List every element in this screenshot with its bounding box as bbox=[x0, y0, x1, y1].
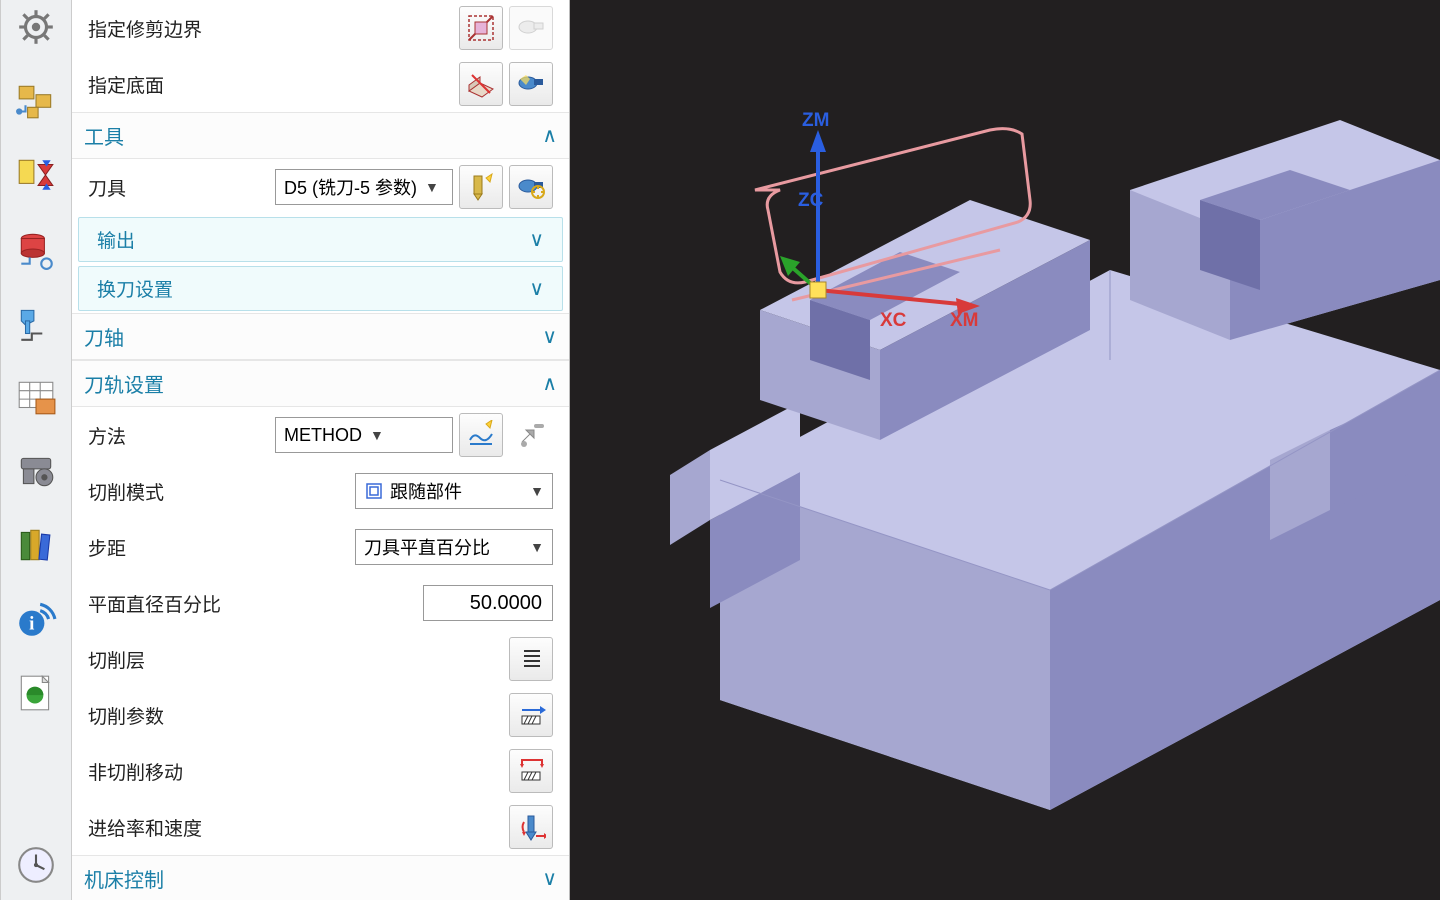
cut-pattern-value: 跟随部件 bbox=[390, 478, 462, 504]
axis-section-header[interactable]: 刀轴 ∨ bbox=[72, 313, 569, 360]
path-section-label: 刀轨设置 bbox=[84, 369, 164, 398]
spreadsheet-icon[interactable] bbox=[10, 374, 62, 420]
machine-tool-icon[interactable] bbox=[10, 448, 62, 494]
display-trim-boundary-button bbox=[509, 6, 553, 50]
cut-pattern-label: 切削模式 bbox=[88, 478, 164, 505]
cut-pattern-select[interactable]: 跟随部件 ▼ bbox=[355, 473, 553, 509]
tool-section-header[interactable]: 工具 ∧ bbox=[72, 112, 569, 159]
new-method-button[interactable] bbox=[459, 413, 503, 457]
feeds-button[interactable] bbox=[509, 805, 553, 849]
tool-change-subsection[interactable]: 换刀设置 ∨ bbox=[78, 266, 563, 311]
percent-input[interactable] bbox=[423, 585, 553, 621]
display-floor-button[interactable] bbox=[509, 62, 553, 106]
select-floor-button[interactable] bbox=[459, 62, 503, 106]
machine-control-label: 机床控制 bbox=[84, 864, 164, 893]
percent-row: 平面直径百分比 bbox=[72, 575, 569, 631]
cut-params-button[interactable] bbox=[509, 693, 553, 737]
svg-text:i: i bbox=[29, 614, 34, 635]
stepover-value: 刀具平直百分比 bbox=[364, 534, 490, 560]
cut-params-label: 切削参数 bbox=[88, 702, 164, 729]
trim-boundary-row: 指定修剪边界 bbox=[72, 0, 569, 56]
noncut-moves-label: 非切削移动 bbox=[88, 758, 183, 785]
part-geometry bbox=[670, 120, 1440, 810]
feeds-label: 进给率和速度 bbox=[88, 814, 202, 841]
info-feed-icon[interactable]: i bbox=[10, 596, 62, 642]
feeds-row: 进给率和速度 bbox=[72, 799, 569, 855]
resource-bar: i bbox=[0, 0, 72, 900]
tool-change-label: 换刀设置 bbox=[97, 275, 173, 302]
machine-navigator-icon[interactable] bbox=[10, 226, 62, 272]
floor-label: 指定底面 bbox=[88, 71, 164, 98]
zc-axis-label: ZC bbox=[798, 190, 824, 211]
new-tool-button[interactable] bbox=[459, 165, 503, 209]
chevron-up-icon: ∧ bbox=[542, 123, 557, 148]
tool-select-value: D5 (铣刀-5 参数) bbox=[284, 174, 417, 200]
cut-pattern-row: 切削模式 跟随部件 ▼ bbox=[72, 463, 569, 519]
tool-label: 刀具 bbox=[88, 174, 126, 201]
floor-row: 指定底面 bbox=[72, 56, 569, 112]
method-select[interactable]: METHOD ▼ bbox=[275, 417, 453, 453]
operation-navigator-icon[interactable] bbox=[10, 300, 62, 346]
library-icon[interactable] bbox=[10, 522, 62, 568]
scene-svg: ZM ZC XC XM bbox=[570, 0, 1440, 900]
app-root: i 指定修剪边界 指定底面 bbox=[0, 0, 1440, 900]
chevron-down-icon: ∨ bbox=[542, 866, 557, 891]
chevron-down-icon: ∨ bbox=[542, 324, 557, 349]
stepover-label: 步距 bbox=[88, 534, 126, 561]
stepover-row: 步距 刀具平直百分比 ▼ bbox=[72, 519, 569, 575]
cut-params-row: 切削参数 bbox=[72, 687, 569, 743]
output-label: 输出 bbox=[97, 226, 135, 253]
stepover-select[interactable]: 刀具平直百分比 ▼ bbox=[355, 529, 553, 565]
gear-icon[interactable] bbox=[10, 4, 62, 50]
z-axis-label: ZM bbox=[802, 110, 829, 131]
cut-levels-row: 切削层 bbox=[72, 631, 569, 687]
method-label: 方法 bbox=[88, 422, 126, 449]
caret-down-icon: ▼ bbox=[370, 427, 384, 443]
select-trim-boundary-button[interactable] bbox=[459, 6, 503, 50]
xc-axis-label: XC bbox=[880, 310, 907, 331]
percent-label: 平面直径百分比 bbox=[88, 590, 221, 617]
edit-method-button[interactable] bbox=[509, 413, 553, 457]
cut-levels-label: 切削层 bbox=[88, 646, 145, 673]
caret-down-icon: ▼ bbox=[530, 483, 544, 499]
web-page-icon[interactable] bbox=[10, 670, 62, 716]
chevron-down-icon: ∨ bbox=[529, 227, 544, 252]
output-subsection[interactable]: 输出 ∨ bbox=[78, 217, 563, 262]
edit-tool-button[interactable] bbox=[509, 165, 553, 209]
caret-down-icon: ▼ bbox=[530, 539, 544, 555]
cut-levels-button[interactable] bbox=[509, 637, 553, 681]
noncut-moves-button[interactable] bbox=[509, 749, 553, 793]
caret-down-icon: ▼ bbox=[425, 179, 439, 195]
chevron-up-icon: ∧ bbox=[542, 371, 557, 396]
tool-row: 刀具 D5 (铣刀-5 参数) ▼ bbox=[72, 159, 569, 215]
assembly-navigator-icon[interactable] bbox=[10, 78, 62, 124]
graphics-viewport[interactable]: ZM ZC XC XM bbox=[570, 0, 1440, 900]
path-section-header[interactable]: 刀轨设置 ∧ bbox=[72, 360, 569, 407]
axis-section-label: 刀轴 bbox=[84, 322, 124, 351]
tool-select[interactable]: D5 (铣刀-5 参数) ▼ bbox=[275, 169, 453, 205]
machine-control-section-header[interactable]: 机床控制 ∨ bbox=[72, 855, 569, 900]
chevron-down-icon: ∨ bbox=[529, 276, 544, 301]
x-axis-label: XM bbox=[950, 310, 979, 331]
noncut-moves-row: 非切削移动 bbox=[72, 743, 569, 799]
method-select-value: METHOD bbox=[284, 425, 362, 446]
follow-part-icon bbox=[364, 481, 384, 501]
operation-dialog-panel: 指定修剪边界 指定底面 工具 ∧ 刀具 bbox=[72, 0, 570, 900]
trim-boundary-label: 指定修剪边界 bbox=[88, 15, 202, 42]
method-row: 方法 METHOD ▼ bbox=[72, 407, 569, 463]
constraint-navigator-icon[interactable] bbox=[10, 152, 62, 198]
tool-section-label: 工具 bbox=[84, 121, 124, 150]
history-clock-icon[interactable] bbox=[10, 842, 62, 888]
